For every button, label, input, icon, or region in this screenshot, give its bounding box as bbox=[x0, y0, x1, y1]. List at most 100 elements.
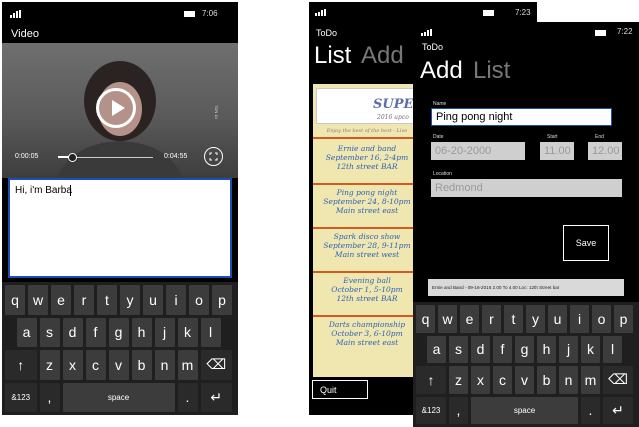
key-p[interactable]: p bbox=[614, 305, 633, 333]
key-q[interactable]: q bbox=[5, 285, 25, 315]
key-c[interactable]: c bbox=[85, 350, 106, 380]
comment-textbox[interactable]: Hi, i'm Barba bbox=[8, 178, 232, 278]
pivot-add[interactable]: Add bbox=[420, 57, 463, 85]
comma-key[interactable]: , bbox=[449, 396, 468, 424]
key-v[interactable]: v bbox=[108, 350, 129, 380]
key-m[interactable]: m bbox=[177, 350, 198, 380]
key-i[interactable]: i bbox=[166, 285, 186, 315]
key-p[interactable]: p bbox=[212, 285, 232, 315]
play-button[interactable] bbox=[96, 88, 136, 128]
end-input[interactable]: 12.00 bbox=[588, 142, 622, 160]
date-input[interactable]: 06-20-2000 bbox=[431, 142, 525, 160]
key-v[interactable]: v bbox=[515, 366, 534, 394]
space-key[interactable]: space bbox=[62, 382, 175, 412]
key-d[interactable]: d bbox=[62, 317, 83, 347]
date-label: Date bbox=[433, 134, 444, 140]
key-d[interactable]: d bbox=[471, 335, 490, 363]
numbers-key[interactable]: &123 bbox=[416, 396, 446, 424]
flyer-divider bbox=[313, 137, 421, 139]
numbers-key[interactable]: &123 bbox=[5, 382, 37, 412]
key-g[interactable]: g bbox=[515, 335, 534, 363]
backspace-key[interactable]: ⌫ bbox=[603, 366, 633, 394]
key-z[interactable]: z bbox=[449, 366, 468, 394]
key-w[interactable]: w bbox=[438, 305, 457, 333]
key-l[interactable]: l bbox=[200, 317, 221, 347]
key-h[interactable]: h bbox=[537, 335, 556, 363]
name-value: Ping pong night bbox=[436, 111, 513, 123]
key-j[interactable]: j bbox=[559, 335, 578, 363]
key-s[interactable]: s bbox=[449, 335, 468, 363]
key-c[interactable]: c bbox=[493, 366, 512, 394]
enter-key[interactable]: ↵ bbox=[603, 396, 633, 424]
flyer-event-line: Evening ball bbox=[343, 276, 391, 285]
pivot-list[interactable]: List bbox=[473, 57, 510, 85]
comma-key[interactable]: , bbox=[39, 382, 60, 412]
period-key[interactable]: . bbox=[177, 382, 198, 412]
key-u[interactable]: u bbox=[143, 285, 163, 315]
flyer-event-line: September 28, 9-11pm bbox=[323, 241, 411, 250]
key-x[interactable]: x bbox=[471, 366, 490, 394]
side-info: TDN 10 bbox=[214, 105, 219, 119]
key-e[interactable]: e bbox=[51, 285, 71, 315]
key-w[interactable]: w bbox=[28, 285, 48, 315]
backspace-key[interactable]: ⌫ bbox=[200, 350, 232, 380]
name-label: Name bbox=[433, 101, 447, 107]
key-k[interactable]: k bbox=[177, 317, 198, 347]
pivot-add[interactable]: Add bbox=[361, 42, 404, 70]
key-r[interactable]: r bbox=[74, 285, 94, 315]
key-s[interactable]: s bbox=[39, 317, 60, 347]
key-b[interactable]: b bbox=[537, 366, 556, 394]
period-key[interactable]: . bbox=[581, 396, 600, 424]
key-f[interactable]: f bbox=[85, 317, 106, 347]
battery-icon bbox=[483, 10, 494, 16]
pivot-list[interactable]: List bbox=[314, 42, 351, 70]
key-t[interactable]: t bbox=[97, 285, 117, 315]
key-n[interactable]: n bbox=[154, 350, 175, 380]
key-m[interactable]: m bbox=[581, 366, 600, 394]
key-r[interactable]: r bbox=[482, 305, 501, 333]
todo-list-item[interactable]: Ernie and Band - 09-16-2016 2.00 To 4.00… bbox=[428, 279, 624, 296]
key-q[interactable]: q bbox=[416, 305, 435, 333]
key-a[interactable]: a bbox=[16, 317, 37, 347]
key-a[interactable]: a bbox=[427, 335, 446, 363]
space-key[interactable]: space bbox=[471, 396, 578, 424]
start-input[interactable]: 11.00 bbox=[540, 142, 574, 160]
key-o[interactable]: o bbox=[592, 305, 611, 333]
flyer-banner: SUPER 2016 upco bbox=[316, 88, 421, 124]
key-e[interactable]: e bbox=[460, 305, 479, 333]
key-k[interactable]: k bbox=[581, 335, 600, 363]
phone-todo-add-screen: 7:22 ToDo Add List Name Ping pong night … bbox=[413, 22, 639, 427]
shift-key[interactable]: ↑ bbox=[416, 366, 446, 394]
signal-icon bbox=[10, 10, 21, 18]
key-y[interactable]: y bbox=[120, 285, 140, 315]
key-n[interactable]: n bbox=[559, 366, 578, 394]
fullscreen-button[interactable] bbox=[204, 147, 223, 166]
key-f[interactable]: f bbox=[493, 335, 512, 363]
quit-button[interactable]: Quit bbox=[312, 380, 368, 399]
flyer-event-line: Ping pong night bbox=[336, 188, 398, 197]
flyer-tagline: Enjoy the best of the best - Live bbox=[326, 128, 408, 134]
key-t[interactable]: t bbox=[504, 305, 523, 333]
key-g[interactable]: g bbox=[108, 317, 129, 347]
key-j[interactable]: j bbox=[154, 317, 175, 347]
key-b[interactable]: b bbox=[131, 350, 152, 380]
key-u[interactable]: u bbox=[548, 305, 567, 333]
key-y[interactable]: y bbox=[526, 305, 545, 333]
key-h[interactable]: h bbox=[131, 317, 152, 347]
save-button[interactable]: Save bbox=[563, 225, 609, 261]
key-o[interactable]: o bbox=[189, 285, 209, 315]
key-i[interactable]: i bbox=[570, 305, 589, 333]
key-l[interactable]: l bbox=[603, 335, 622, 363]
enter-key[interactable]: ↵ bbox=[200, 382, 232, 412]
name-input[interactable]: Ping pong night bbox=[431, 108, 612, 126]
elapsed-time: 0:00:05 bbox=[15, 153, 39, 160]
app-title: ToDo bbox=[316, 28, 338, 38]
shift-key[interactable]: ↑ bbox=[5, 350, 37, 380]
flyer-sub: 2016 upco bbox=[377, 114, 409, 121]
location-input[interactable]: Redmond bbox=[431, 179, 622, 197]
key-z[interactable]: z bbox=[39, 350, 60, 380]
events-flyer: SUPER 2016 upco Enjoy the best of the be… bbox=[313, 84, 421, 377]
key-x[interactable]: x bbox=[62, 350, 83, 380]
location-value: Redmond bbox=[435, 182, 483, 194]
comment-text: Hi, i'm Barba bbox=[15, 185, 72, 196]
